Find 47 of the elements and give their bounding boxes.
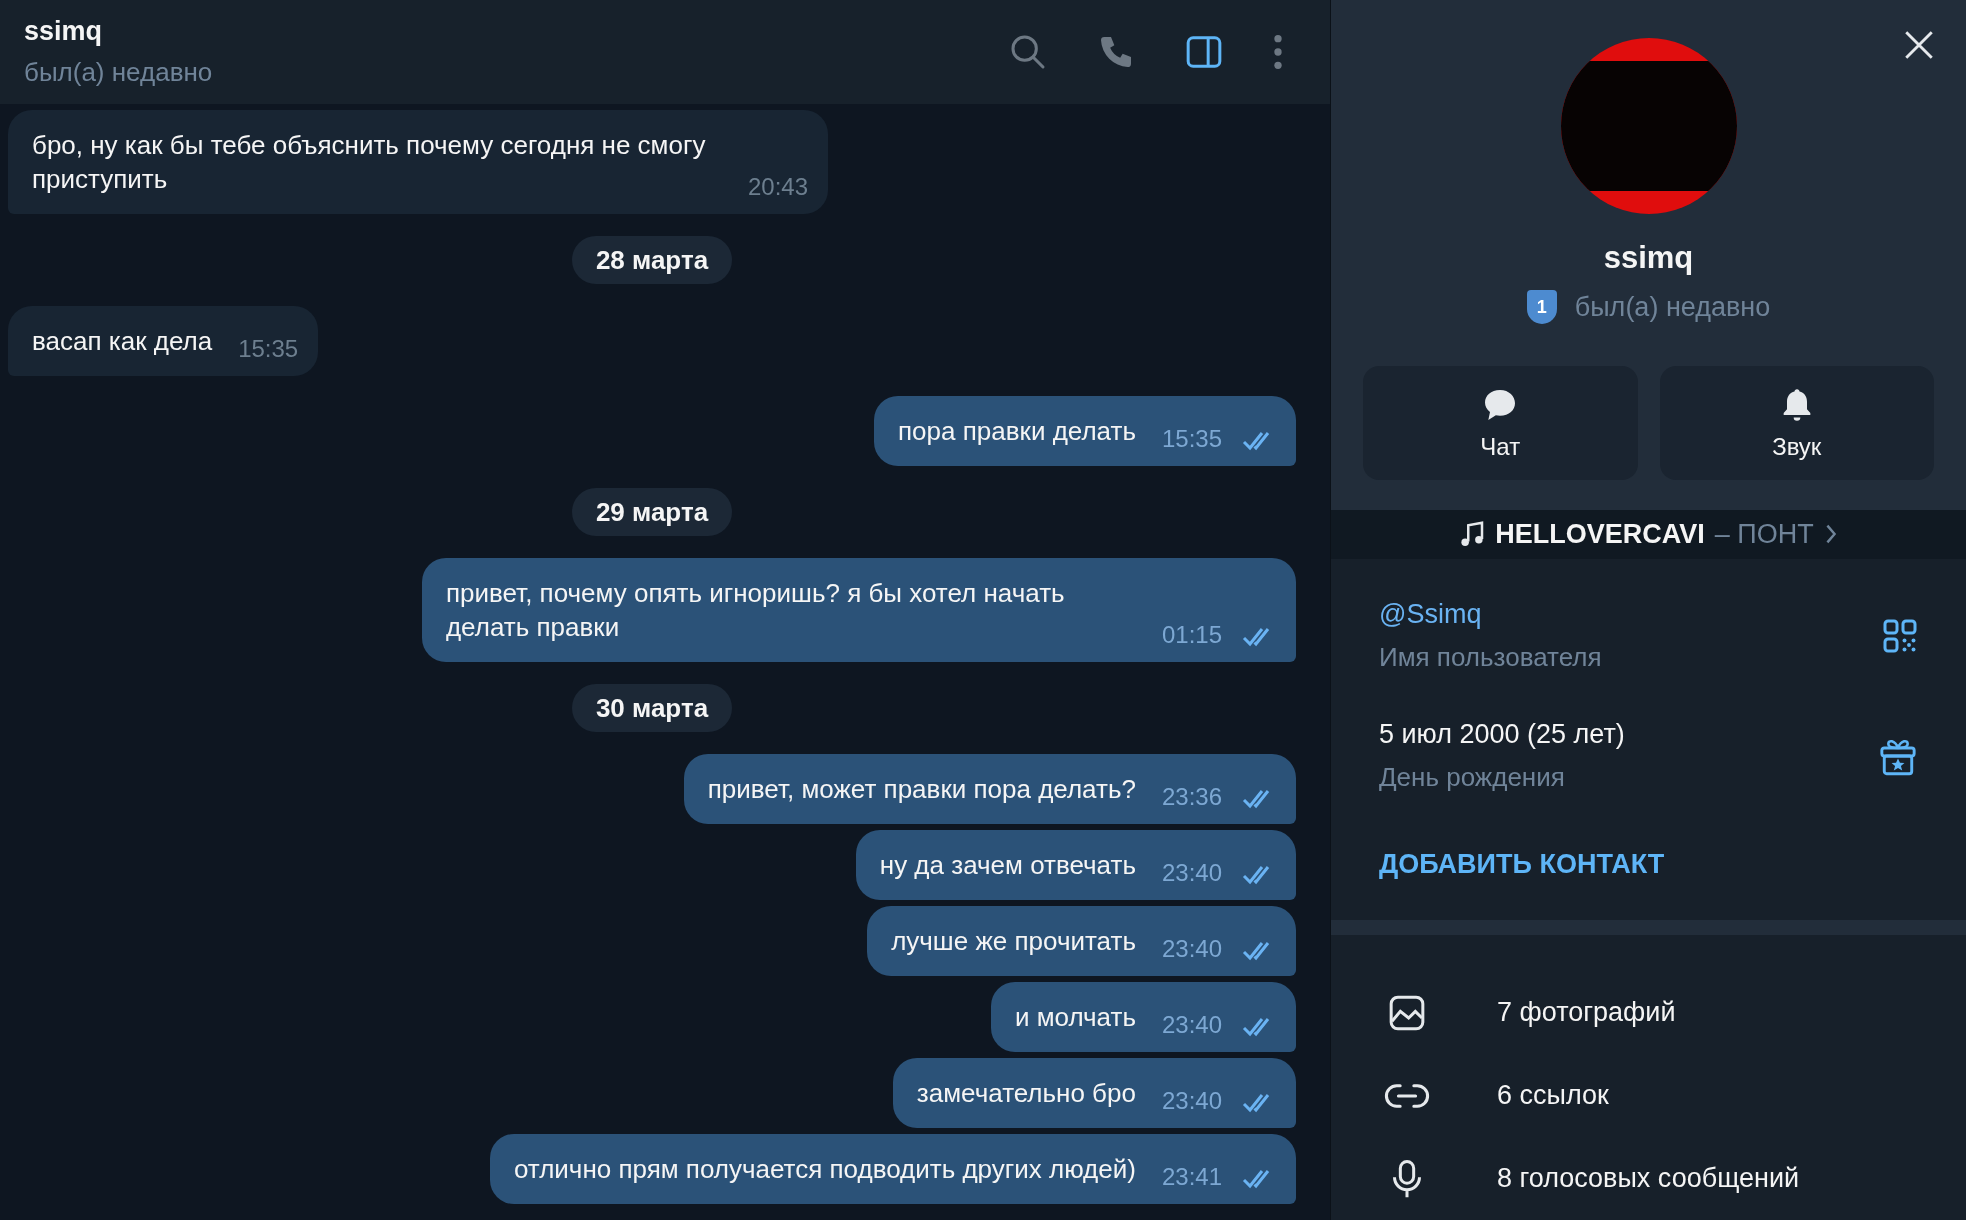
profile-status: был(а) недавно [1574, 291, 1771, 323]
message-time: 23:40 [1161, 1010, 1222, 1040]
message-text: васап как дела [32, 325, 213, 358]
close-icon [1902, 28, 1936, 62]
birthday-value: 5 июл 2000 (25 лет) [1379, 718, 1625, 750]
level-badge: 1 [1526, 290, 1557, 324]
add-contact-button[interactable]: ДОБАВИТЬ КОНТАКТ [1379, 848, 1665, 880]
message-time: 23:41 [1161, 1162, 1222, 1192]
message-text: и молчать [1014, 1001, 1136, 1034]
username-value[interactable]: @Ssimq [1379, 598, 1602, 630]
music-bar[interactable]: HELLOVERCAVI – ПОНТ [1331, 510, 1966, 559]
profile-name: ssimq [1603, 240, 1694, 276]
message-time: 20:43 [748, 172, 809, 202]
sound-action-button[interactable]: Звук [1659, 366, 1934, 480]
chat-title: ssimq [24, 16, 104, 47]
chat-action-button[interactable]: Чат [1363, 366, 1638, 480]
message-time: 15:35 [1161, 424, 1222, 454]
qr-code-icon [1882, 617, 1918, 654]
more-icon[interactable] [1272, 32, 1284, 72]
music-title: – ПОНТ [1714, 518, 1814, 550]
message-text: привет, почему опять игноришь? я бы хотел начать делать правки [445, 577, 1066, 644]
message-time: 15:35 [238, 334, 299, 364]
microphone-icon [1390, 1158, 1424, 1199]
message-time: 23:40 [1161, 858, 1222, 888]
message-text: ну да зачем отвечать [879, 849, 1136, 882]
message-text: привет, может правки пора делать? [707, 773, 1136, 806]
username-label: Имя пользователя [1379, 641, 1602, 673]
date-pill: 29 марта [571, 488, 733, 536]
message-text: замечательно бро [916, 1077, 1136, 1110]
message-time: 23:40 [1161, 934, 1222, 964]
music-artist: HELLOVERCAVI [1495, 518, 1705, 550]
birthday-label: День рождения [1379, 761, 1566, 793]
date-pill: 28 марта [571, 236, 733, 284]
message-text: лучше же прочитать [891, 925, 1136, 958]
date-pill: 30 марта [571, 684, 733, 732]
message-time: 23:36 [1161, 782, 1222, 812]
message-time: 01:15 [1161, 620, 1222, 650]
link-icon [1383, 1081, 1431, 1110]
message-text: бро, ну как бы тебе объяснить почему сегодня не смогу приступить [32, 129, 707, 196]
links-media-item[interactable]: 6 ссылок [1371, 1054, 1926, 1137]
close-button[interactable] [1902, 28, 1936, 62]
message-text: пора правки делать [898, 415, 1136, 448]
message-text: отлично прям получается подводить других людей) [513, 1153, 1136, 1186]
voice-media-item[interactable]: 8 голосовых сообщений [1371, 1137, 1926, 1220]
chat-status: был(а) недавно [24, 57, 213, 88]
photos-media-item[interactable]: 7 фотографий [1371, 971, 1926, 1054]
message-time: 23:40 [1161, 1086, 1222, 1116]
